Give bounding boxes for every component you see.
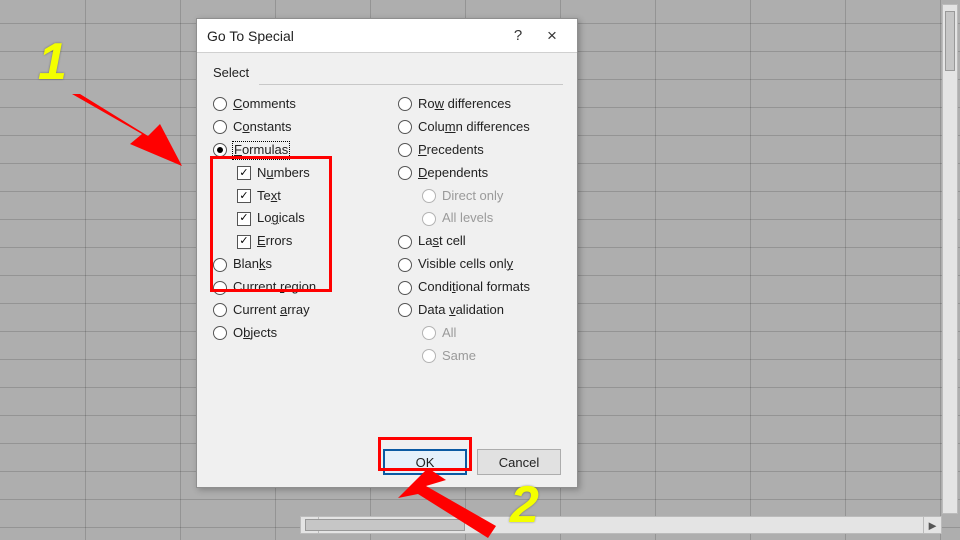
option-dv-all: All bbox=[420, 322, 563, 345]
radio-icon bbox=[398, 97, 412, 111]
option-label: Logicals bbox=[257, 210, 305, 227]
option-visible-cells[interactable]: Visible cells only bbox=[396, 253, 563, 276]
radio-icon bbox=[213, 258, 227, 272]
option-label: Precedents bbox=[418, 142, 484, 159]
option-formulas[interactable]: Formulas bbox=[211, 139, 378, 162]
option-all-levels: All levels bbox=[420, 207, 563, 230]
scrollbar-thumb[interactable] bbox=[945, 11, 955, 71]
option-label: Blanks bbox=[233, 256, 272, 273]
option-label: Text bbox=[257, 188, 281, 205]
checkbox-text[interactable]: Text bbox=[235, 185, 378, 208]
close-icon[interactable]: × bbox=[535, 22, 569, 50]
radio-icon bbox=[213, 120, 227, 134]
radio-icon bbox=[213, 326, 227, 340]
radio-icon bbox=[422, 189, 436, 203]
option-label: Constants bbox=[233, 119, 292, 136]
option-label: Direct only bbox=[442, 188, 503, 205]
radio-icon bbox=[213, 97, 227, 111]
options-right-column: Row differences Column differences Prece… bbox=[396, 93, 563, 368]
option-label: Current array bbox=[233, 302, 310, 319]
checkbox-icon bbox=[237, 189, 251, 203]
dialog-titlebar[interactable]: Go To Special ? × bbox=[197, 19, 577, 53]
dialog-title: Go To Special bbox=[207, 28, 501, 44]
option-dependents[interactable]: Dependents bbox=[396, 162, 563, 185]
horizontal-scrollbar[interactable]: ◄ ► bbox=[300, 516, 942, 534]
radio-icon bbox=[213, 281, 227, 295]
annotation-arrow-1-icon bbox=[72, 94, 202, 174]
radio-icon bbox=[398, 143, 412, 157]
option-label: Row differences bbox=[418, 96, 511, 113]
radio-icon bbox=[422, 349, 436, 363]
radio-icon bbox=[213, 143, 227, 157]
checkbox-errors[interactable]: Errors bbox=[235, 230, 378, 253]
option-direct-only: Direct only bbox=[420, 185, 563, 208]
checkbox-icon bbox=[237, 235, 251, 249]
radio-icon bbox=[398, 120, 412, 134]
option-blanks[interactable]: Blanks bbox=[211, 253, 378, 276]
section-divider bbox=[259, 84, 563, 85]
option-label: Objects bbox=[233, 325, 277, 342]
scroll-right-icon[interactable]: ► bbox=[923, 517, 941, 533]
radio-icon bbox=[398, 235, 412, 249]
option-objects[interactable]: Objects bbox=[211, 322, 378, 345]
annotation-step-2: 2 bbox=[510, 475, 539, 535]
option-label: Visible cells only bbox=[418, 256, 513, 273]
option-comments[interactable]: Comments bbox=[211, 93, 378, 116]
checkbox-numbers[interactable]: Numbers bbox=[235, 162, 378, 185]
option-label: Conditional formats bbox=[418, 279, 530, 296]
radio-icon bbox=[398, 303, 412, 317]
option-label: Data validation bbox=[418, 302, 504, 319]
annotation-step-1: 1 bbox=[38, 32, 67, 92]
option-label: Comments bbox=[233, 96, 296, 113]
vertical-scrollbar[interactable] bbox=[942, 4, 958, 514]
option-column-differences[interactable]: Column differences bbox=[396, 116, 563, 139]
radio-icon bbox=[398, 166, 412, 180]
option-precedents[interactable]: Precedents bbox=[396, 139, 563, 162]
option-label: Numbers bbox=[257, 165, 310, 182]
option-dv-same: Same bbox=[420, 345, 563, 368]
radio-icon bbox=[398, 258, 412, 272]
option-label: All bbox=[442, 325, 456, 342]
option-label: All levels bbox=[442, 210, 493, 227]
option-current-array[interactable]: Current array bbox=[211, 299, 378, 322]
option-current-region[interactable]: Current region bbox=[211, 276, 378, 299]
annotation-arrow-2-icon bbox=[398, 468, 508, 538]
option-conditional-formats[interactable]: Conditional formats bbox=[396, 276, 563, 299]
option-label: Dependents bbox=[418, 165, 488, 182]
option-label: Column differences bbox=[418, 119, 530, 136]
checkbox-logicals[interactable]: Logicals bbox=[235, 207, 378, 230]
option-constants[interactable]: Constants bbox=[211, 116, 378, 139]
checkbox-icon bbox=[237, 212, 251, 226]
help-icon[interactable]: ? bbox=[501, 22, 535, 50]
option-label: Last cell bbox=[418, 233, 466, 250]
option-row-differences[interactable]: Row differences bbox=[396, 93, 563, 116]
checkbox-icon bbox=[237, 166, 251, 180]
select-section-label: Select bbox=[213, 65, 563, 80]
radio-icon bbox=[398, 281, 412, 295]
go-to-special-dialog: Go To Special ? × Select Comments Consta… bbox=[196, 18, 578, 488]
option-label: Same bbox=[442, 348, 476, 365]
radio-icon bbox=[213, 303, 227, 317]
options-left-column: Comments Constants Formulas Numbers Text bbox=[211, 93, 378, 368]
radio-icon bbox=[422, 326, 436, 340]
dialog-button-row: OK Cancel bbox=[197, 449, 577, 475]
option-data-validation[interactable]: Data validation bbox=[396, 299, 563, 322]
radio-icon bbox=[422, 212, 436, 226]
option-label: Errors bbox=[257, 233, 292, 250]
option-label: Current region bbox=[233, 279, 316, 296]
option-last-cell[interactable]: Last cell bbox=[396, 230, 563, 253]
option-label: Formulas bbox=[233, 142, 289, 159]
